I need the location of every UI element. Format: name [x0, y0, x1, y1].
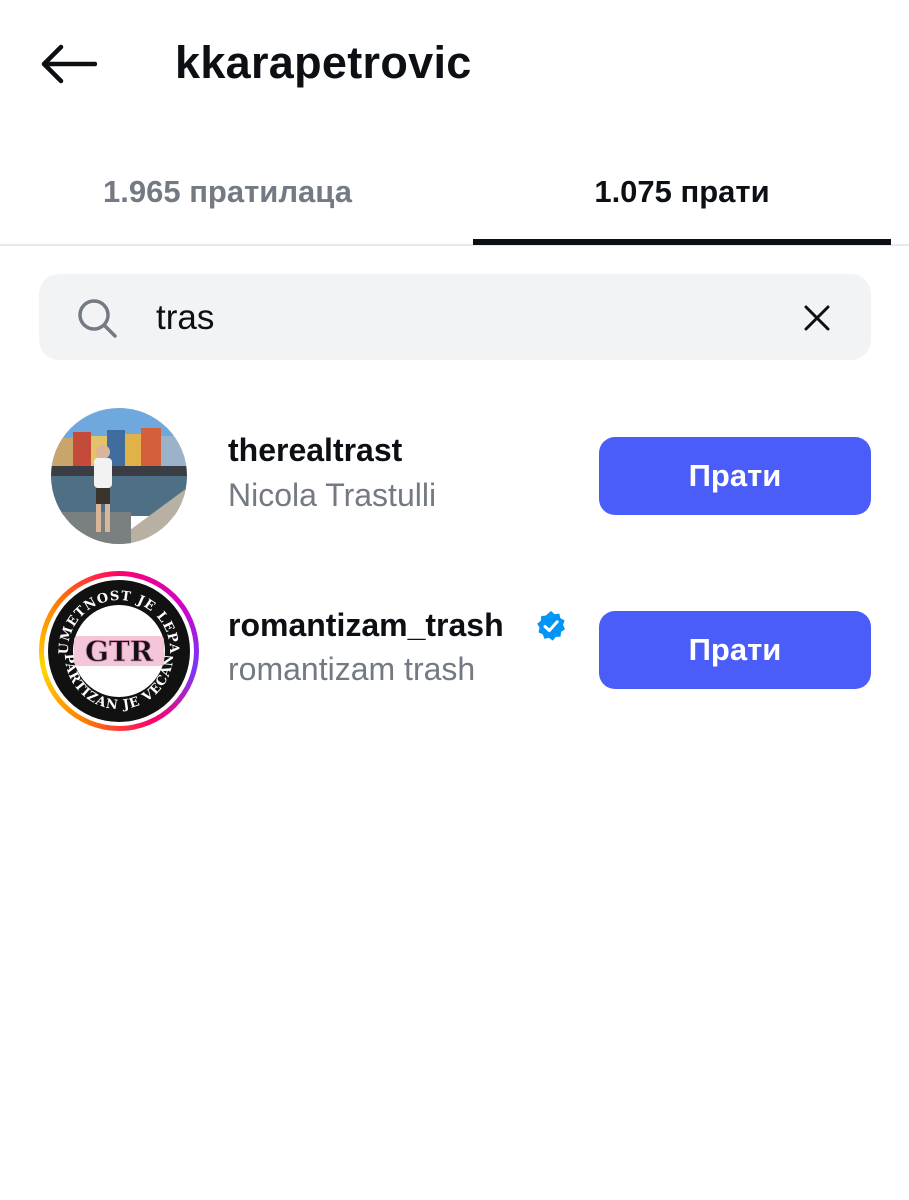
- logo-avatar: UMETNOST JE LEPA PARTIZAN JE VEČAN GTR: [48, 580, 190, 722]
- tab-followers[interactable]: 1.965 пратилаца: [0, 140, 455, 244]
- arrow-left-icon: [41, 44, 97, 84]
- header: kkarapetrovic: [0, 0, 909, 125]
- page-title: kkarapetrovic: [175, 37, 472, 88]
- svg-text:GTR: GTR: [85, 635, 154, 668]
- username[interactable]: therealtrast: [228, 431, 402, 469]
- avatar[interactable]: [51, 408, 187, 544]
- full-name: Nicola Trastulli: [228, 477, 437, 513]
- photo-avatar: [51, 408, 187, 544]
- username[interactable]: romantizam_trash: [228, 606, 504, 644]
- close-icon: [804, 305, 830, 331]
- tab-following[interactable]: 1.075 прати: [473, 140, 891, 244]
- search-icon: [78, 299, 117, 338]
- follow-button[interactable]: Прати: [599, 437, 871, 515]
- search-input[interactable]: [156, 292, 756, 344]
- follow-button[interactable]: Прати: [599, 611, 871, 689]
- clear-search-button[interactable]: [797, 298, 837, 338]
- back-button[interactable]: [36, 38, 100, 90]
- avatar[interactable]: UMETNOST JE LEPA PARTIZAN JE VEČAN GTR: [39, 571, 199, 731]
- avatar-ring-inner: UMETNOST JE LEPA PARTIZAN JE VEČAN GTR: [44, 576, 194, 726]
- list-item[interactable]: UMETNOST JE LEPA PARTIZAN JE VEČAN GTR r…: [0, 566, 909, 736]
- tab-bar: 1.965 пратилаца 1.075 прати: [0, 140, 909, 246]
- active-tab-indicator: [473, 239, 891, 245]
- full-name: romantizam trash: [228, 651, 476, 687]
- verified-badge-icon: [537, 611, 565, 641]
- list-item[interactable]: therealtrast Nicola Trastulli Прати: [0, 392, 909, 562]
